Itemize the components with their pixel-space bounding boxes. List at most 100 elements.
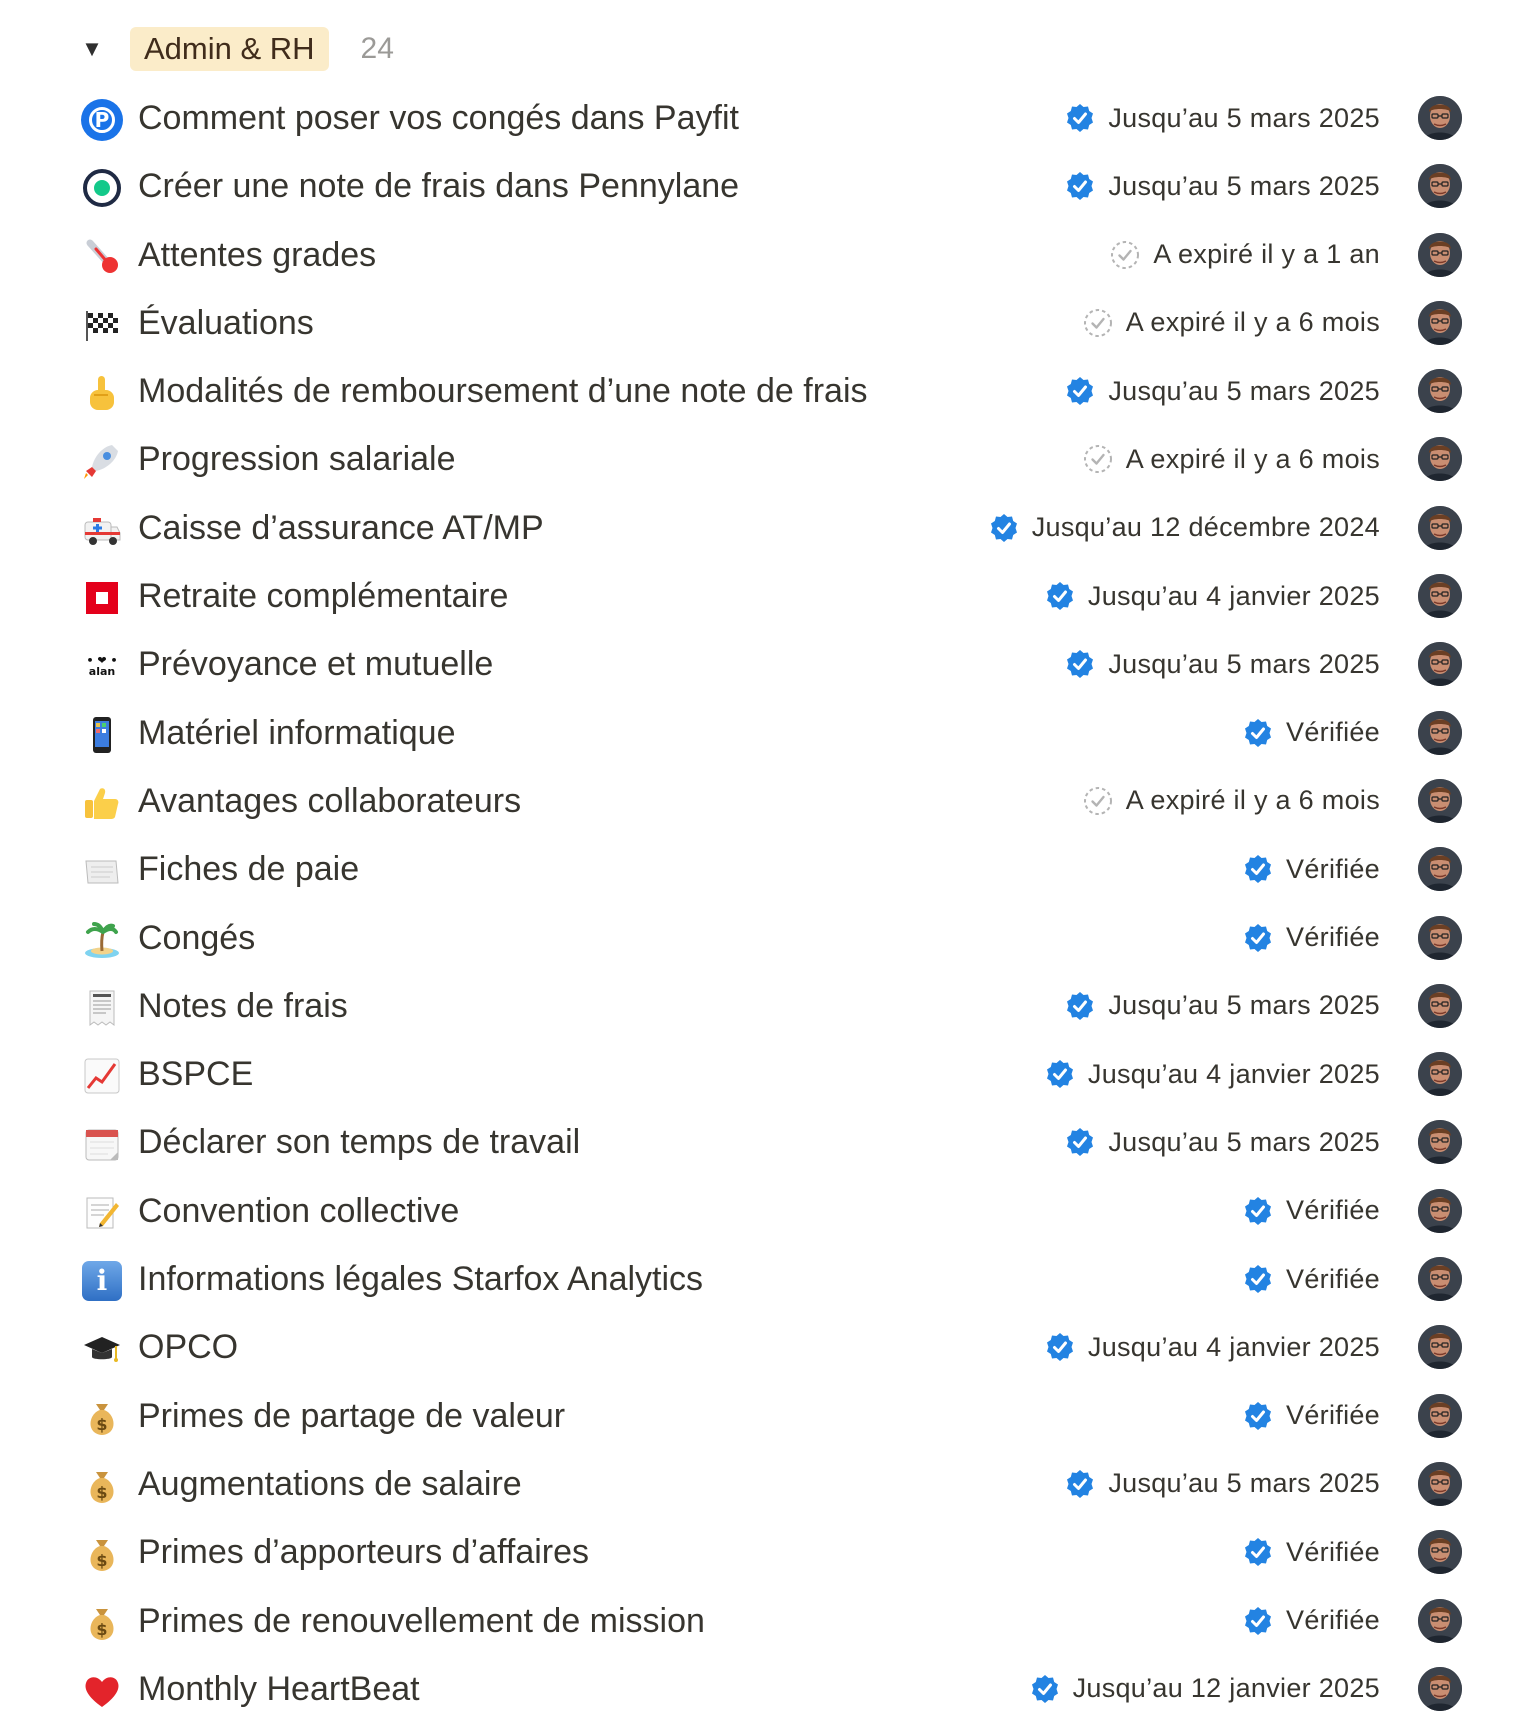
owner-avatar[interactable] — [1418, 1598, 1462, 1643]
list-item[interactable]: Progression salariale A expiré il y a 6 m… — [0, 425, 1514, 493]
page-title-link[interactable]: Primes de partage de valeur — [138, 1392, 565, 1440]
owner-avatar[interactable] — [1418, 300, 1462, 345]
list-item[interactable]: Avantages collaborateurs A expiré il y a … — [0, 767, 1514, 835]
list-item[interactable]: $ Primes de renouvellement de mission Véri… — [0, 1587, 1514, 1655]
list-item[interactable]: Évaluations A expiré il y a 6 mois — [0, 289, 1514, 357]
owner-avatar[interactable] — [1418, 574, 1462, 619]
verification-status[interactable]: Jusqu’au 4 janvier 2025 — [1044, 1053, 1380, 1095]
verified-badge-icon — [1242, 1536, 1274, 1568]
page-title-link[interactable]: Notes de frais — [138, 982, 348, 1030]
list-item[interactable]: Retraite complémentaire Jusqu’au 4 janvie… — [0, 562, 1514, 630]
owner-avatar[interactable] — [1418, 1393, 1462, 1438]
list-item[interactable]: Matériel informatique Vérifiée — [0, 699, 1514, 767]
list-item[interactable]: $ Primes de partage de valeur Vérifiée — [0, 1382, 1514, 1450]
verification-status[interactable]: Jusqu’au 5 mars 2025 — [1064, 1463, 1380, 1505]
page-title-link[interactable]: Évaluations — [138, 299, 314, 347]
owner-avatar[interactable] — [1418, 1120, 1462, 1165]
owner-avatar[interactable] — [1418, 1188, 1462, 1233]
page-title-link[interactable]: Fiches de paie — [138, 845, 359, 893]
owner-avatar[interactable] — [1418, 1052, 1462, 1097]
owner-avatar[interactable] — [1418, 505, 1462, 550]
verification-status[interactable]: Vérifiée — [1242, 712, 1380, 754]
owner-avatar[interactable] — [1418, 915, 1462, 960]
verification-status[interactable]: Jusqu’au 5 mars 2025 — [1064, 370, 1380, 412]
page-title-link[interactable]: Matériel informatique — [138, 709, 455, 757]
page-title-link[interactable]: OPCO — [138, 1323, 238, 1371]
list-item[interactable]: P Comment poser vos congés dans Payfit Jus… — [0, 84, 1514, 152]
page-title-link[interactable]: BSPCE — [138, 1050, 253, 1098]
verification-status[interactable]: A expiré il y a 6 mois — [1082, 780, 1380, 822]
list-item[interactable]: BSPCE Jusqu’au 4 janvier 2025 — [0, 1040, 1514, 1108]
owner-avatar[interactable] — [1418, 1461, 1462, 1506]
triangle-down-icon[interactable]: ▼ — [78, 35, 106, 63]
owner-avatar[interactable] — [1418, 710, 1462, 755]
page-title-link[interactable]: Caisse d’assurance AT/MP — [138, 504, 544, 552]
page-title-link[interactable]: Comment poser vos congés dans Payfit — [138, 94, 739, 142]
page-title-link[interactable]: Progression salariale — [138, 435, 456, 483]
verification-status[interactable]: Jusqu’au 5 mars 2025 — [1064, 97, 1380, 139]
verification-status[interactable]: Jusqu’au 5 mars 2025 — [1064, 1121, 1380, 1163]
owner-avatar[interactable] — [1418, 1666, 1462, 1711]
list-item[interactable]: Monthly HeartBeat Jusqu’au 12 janvier 202… — [0, 1655, 1514, 1723]
owner-avatar[interactable] — [1418, 642, 1462, 687]
list-item[interactable]: Créer une note de frais dans Pennylane Ju… — [0, 152, 1514, 220]
verification-status[interactable]: Vérifiée — [1242, 1531, 1380, 1573]
page-title-link[interactable]: Augmentations de salaire — [138, 1460, 522, 1508]
verification-status[interactable]: Vérifiée — [1242, 917, 1380, 959]
list-item[interactable]: i Informations légales Starfox Analytics V… — [0, 1245, 1514, 1313]
verification-status[interactable]: Jusqu’au 5 mars 2025 — [1064, 165, 1380, 207]
owner-avatar[interactable] — [1418, 96, 1462, 140]
list-item[interactable]: $ Augmentations de salaire Jusqu’au 5 mars… — [0, 1450, 1514, 1518]
verified-badge-icon — [1064, 648, 1096, 680]
page-title-link[interactable]: Modalités de remboursement d’une note de… — [138, 367, 868, 415]
verification-status[interactable]: Vérifiée — [1242, 1258, 1380, 1300]
owner-avatar[interactable] — [1418, 369, 1462, 414]
verification-status[interactable]: Vérifiée — [1242, 1395, 1380, 1437]
list-item[interactable]: Convention collective Vérifiée — [0, 1177, 1514, 1245]
owner-avatar[interactable] — [1418, 164, 1462, 209]
page-title-link[interactable]: Monthly HeartBeat — [138, 1665, 420, 1713]
list-item[interactable]: Notes de frais Jusqu’au 5 mars 2025 — [0, 972, 1514, 1040]
page-title-link[interactable]: Primes d’apporteurs d’affaires — [138, 1528, 589, 1576]
list-item[interactable]: • ❤ • alan Prévoyance et mutuelle Jusqu’au … — [0, 630, 1514, 698]
group-label[interactable]: Admin & RH — [130, 27, 329, 71]
verification-status[interactable]: Vérifiée — [1242, 1190, 1380, 1232]
owner-avatar[interactable] — [1418, 232, 1462, 277]
list-item[interactable]: Fiches de paie Vérifiée — [0, 835, 1514, 903]
verification-status[interactable]: Jusqu’au 5 mars 2025 — [1064, 985, 1380, 1027]
page-title-link[interactable]: Attentes grades — [138, 231, 376, 279]
page-title-link[interactable]: Informations légales Starfox Analytics — [138, 1255, 703, 1303]
verification-status[interactable]: Jusqu’au 12 janvier 2025 — [1029, 1668, 1380, 1710]
verification-status[interactable]: Jusqu’au 4 janvier 2025 — [1044, 575, 1380, 617]
owner-avatar[interactable] — [1418, 1325, 1462, 1370]
page-title-link[interactable]: Congés — [138, 914, 255, 962]
list-item[interactable]: Congés Vérifiée — [0, 904, 1514, 972]
page-title-link[interactable]: Prévoyance et mutuelle — [138, 640, 493, 688]
owner-avatar[interactable] — [1418, 1257, 1462, 1302]
list-item[interactable]: OPCO Jusqu’au 4 janvier 2025 — [0, 1313, 1514, 1381]
verification-status[interactable]: Vérifiée — [1242, 848, 1380, 890]
owner-avatar[interactable] — [1418, 983, 1462, 1028]
verification-status[interactable]: A expiré il y a 1 an — [1109, 234, 1380, 276]
page-title-link[interactable]: Créer une note de frais dans Pennylane — [138, 162, 739, 210]
page-title-link[interactable]: Convention collective — [138, 1187, 459, 1235]
owner-avatar[interactable] — [1418, 778, 1462, 823]
owner-avatar[interactable] — [1418, 847, 1462, 892]
owner-avatar[interactable] — [1418, 437, 1462, 482]
list-item[interactable]: Attentes grades A expiré il y a 1 an — [0, 221, 1514, 289]
list-item[interactable]: Modalités de remboursement d’une note de… — [0, 357, 1514, 425]
verification-status[interactable]: Jusqu’au 4 janvier 2025 — [1044, 1326, 1380, 1368]
list-item[interactable]: Caisse d’assurance AT/MP Jusqu’au 12 déce… — [0, 494, 1514, 562]
page-title-link[interactable]: Avantages collaborateurs — [138, 777, 521, 825]
verification-status[interactable]: Jusqu’au 12 décembre 2024 — [988, 507, 1380, 549]
page-title-link[interactable]: Primes de renouvellement de mission — [138, 1597, 705, 1645]
verification-status[interactable]: A expiré il y a 6 mois — [1082, 302, 1380, 344]
owner-avatar[interactable] — [1418, 1530, 1462, 1575]
page-title-link[interactable]: Déclarer son temps de travail — [138, 1118, 580, 1166]
page-title-link[interactable]: Retraite complémentaire — [138, 572, 508, 620]
list-item[interactable]: $ Primes d’apporteurs d’affaires Vérifiée — [0, 1518, 1514, 1586]
verification-status[interactable]: A expiré il y a 6 mois — [1082, 438, 1380, 480]
verification-status[interactable]: Jusqu’au 5 mars 2025 — [1064, 643, 1380, 685]
verification-status[interactable]: Vérifiée — [1242, 1600, 1380, 1642]
list-item[interactable]: Déclarer son temps de travail Jusqu’au 5 … — [0, 1108, 1514, 1176]
